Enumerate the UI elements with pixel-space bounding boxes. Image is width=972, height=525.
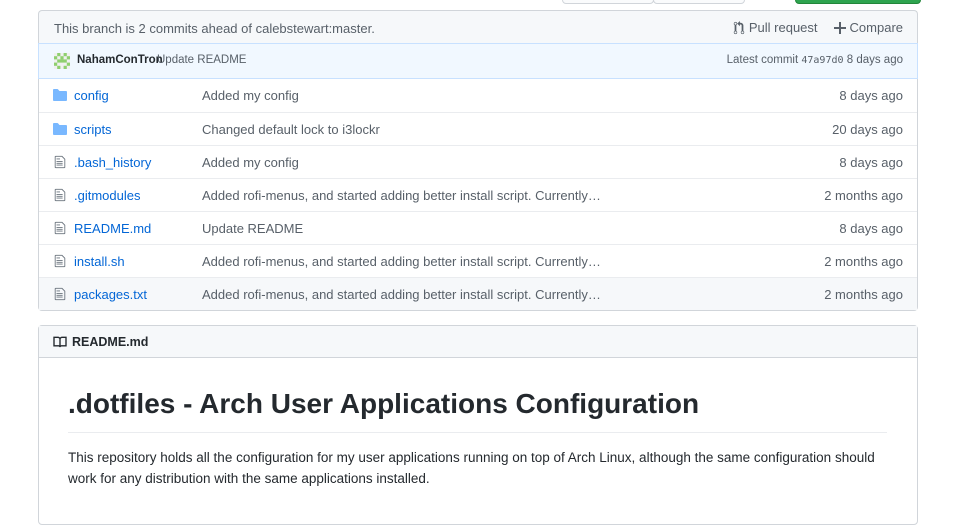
file-name-link[interactable]: install.sh xyxy=(74,254,125,269)
avatar[interactable] xyxy=(54,53,70,69)
pull-request-link[interactable]: Pull request xyxy=(733,20,818,35)
commit-age: 8 days ago xyxy=(846,54,903,66)
readme-header: README.md xyxy=(39,326,917,358)
file-commit-message[interactable]: Added my config xyxy=(202,155,299,170)
file-commit-age: 20 days ago xyxy=(832,122,903,137)
file-name-link[interactable]: scripts xyxy=(74,122,112,137)
commit-message[interactable]: Update README xyxy=(157,54,246,66)
file-commit-message[interactable]: Changed default lock to i3lockr xyxy=(202,122,380,137)
latest-commit-bar: NahamConTron Update README Latest commit… xyxy=(38,43,918,79)
file-row[interactable]: install.sh Added rofi-menus, and started … xyxy=(39,244,917,277)
file-commit-message[interactable]: Added rofi-menus, and started adding bet… xyxy=(202,287,601,302)
latest-commit-label: Latest commit xyxy=(726,54,799,66)
compare-link[interactable]: Compare xyxy=(833,20,903,35)
file-row[interactable]: .bash_history Added my config 8 days ago xyxy=(39,145,917,178)
pull-request-icon xyxy=(733,20,745,34)
folder-icon xyxy=(53,88,67,102)
file-commit-age: 2 months ago xyxy=(824,254,903,269)
book-icon xyxy=(53,336,67,347)
toolbar-button-partial[interactable] xyxy=(653,0,745,4)
file-icon xyxy=(53,188,67,202)
latest-commit-info: Latest commit 47a97d0 8 days ago xyxy=(727,54,903,66)
file-name-link[interactable]: config xyxy=(74,88,109,103)
file-icon xyxy=(53,287,67,301)
file-row[interactable]: .gitmodules Added rofi-menus, and started… xyxy=(39,178,917,211)
file-name-link[interactable]: .bash_history xyxy=(74,155,151,170)
readme-filename[interactable]: README.md xyxy=(72,335,148,349)
file-row[interactable]: scripts Changed default lock to i3lockr 20… xyxy=(39,112,917,145)
readme-content: .dotfiles - Arch User Applications Confi… xyxy=(39,358,917,489)
file-commit-message[interactable]: Added my config xyxy=(202,88,299,103)
file-row[interactable]: README.md Update README 8 days ago xyxy=(39,211,917,244)
branch-ahead-message: This branch is 2 commits ahead of calebs… xyxy=(54,21,375,36)
file-row[interactable]: config Added my config 8 days ago xyxy=(39,79,917,112)
file-name-link[interactable]: README.md xyxy=(74,221,151,236)
code-button-partial[interactable] xyxy=(562,0,654,4)
file-commit-message[interactable]: Update README xyxy=(202,221,303,236)
file-commit-age: 8 days ago xyxy=(839,155,903,170)
file-name-link[interactable]: .gitmodules xyxy=(74,188,140,203)
file-name-link[interactable]: packages.txt xyxy=(74,287,147,302)
file-commit-age: 2 months ago xyxy=(824,188,903,203)
file-commit-message[interactable]: Added rofi-menus, and started adding bet… xyxy=(202,254,601,269)
commit-sha[interactable]: 47a97d0 xyxy=(801,55,843,66)
folder-icon xyxy=(53,122,67,136)
compare-icon xyxy=(833,21,846,34)
file-row[interactable]: packages.txt Added rofi-menus, and starte… xyxy=(39,277,917,310)
pull-request-label: Pull request xyxy=(748,20,818,35)
compare-label: Compare xyxy=(849,20,903,35)
file-commit-age: 8 days ago xyxy=(839,221,903,236)
branch-status-bar: This branch is 2 commits ahead of calebs… xyxy=(38,10,918,43)
commit-author[interactable]: NahamConTron xyxy=(77,54,163,66)
file-icon xyxy=(53,221,67,235)
file-list: config Added my config 8 days ago scripts Ch… xyxy=(38,79,918,311)
readme-paragraph: This repository holds all the configurat… xyxy=(68,450,875,486)
file-commit-age: 8 days ago xyxy=(839,88,903,103)
file-icon xyxy=(53,254,67,268)
readme-panel: README.md .dotfiles - Arch User Applicat… xyxy=(38,325,918,525)
file-commit-message[interactable]: Added rofi-menus, and started adding bet… xyxy=(202,188,601,203)
clone-button-partial[interactable] xyxy=(795,0,921,4)
file-icon xyxy=(53,155,67,169)
file-commit-age: 2 months ago xyxy=(824,287,903,302)
readme-title: .dotfiles - Arch User Applications Confi… xyxy=(68,386,887,433)
